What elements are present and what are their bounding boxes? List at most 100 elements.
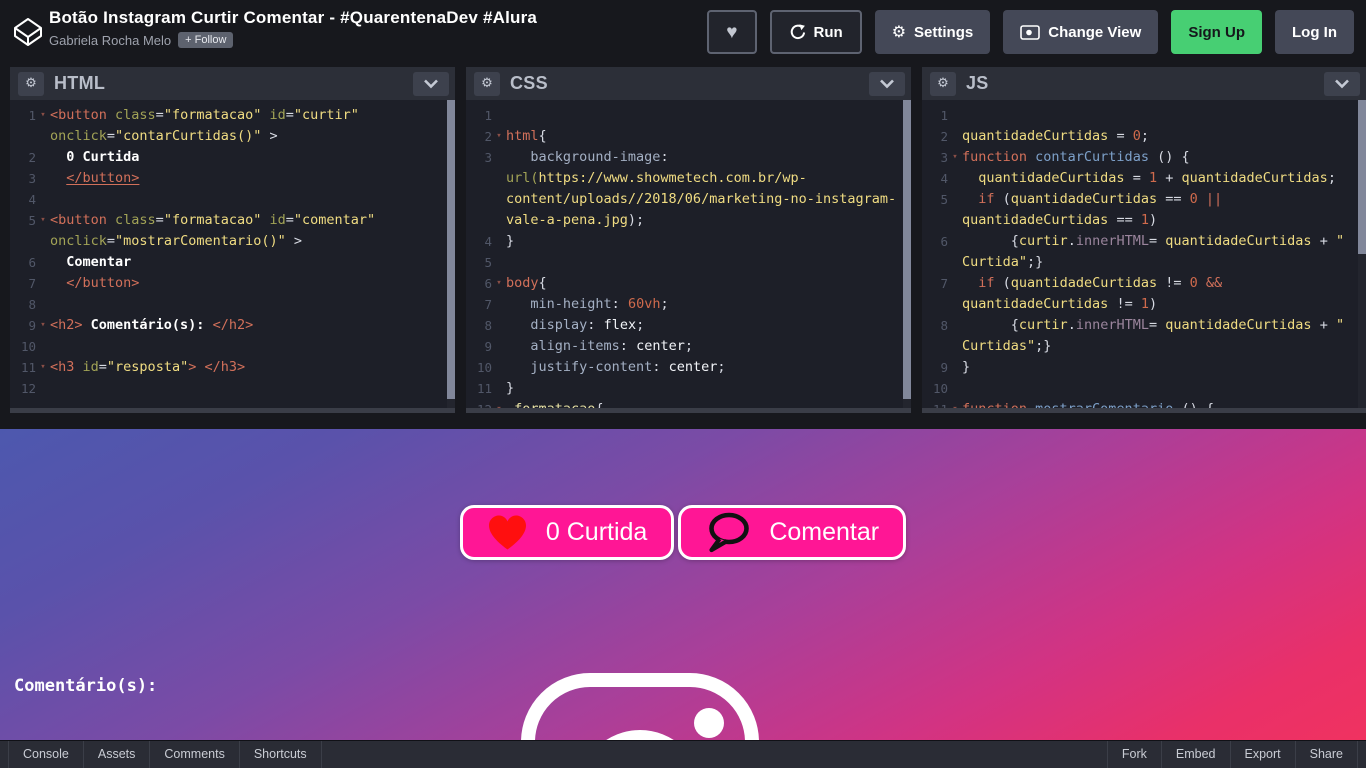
code-line: quantidadeCurtidas != 1)	[922, 294, 1366, 315]
change-view-button[interactable]: Change View	[1003, 10, 1158, 54]
footer-item-share[interactable]: Share	[1296, 741, 1358, 768]
footer-item-embed[interactable]: Embed	[1162, 741, 1231, 768]
footer-item-assets[interactable]: Assets	[84, 741, 151, 768]
curtir-button[interactable]: 0 Curtida	[460, 505, 674, 560]
code-line: 10	[10, 336, 455, 357]
code-line: quantidadeCurtidas == 1)	[922, 210, 1366, 231]
code-line: 2▾html{	[466, 126, 911, 147]
panel-title-css: CSS	[510, 73, 869, 94]
js-panel: ⚙ JS 12quantidadeCurtidas = 0;3▾function…	[922, 67, 1366, 413]
gear-icon[interactable]: ⚙	[474, 72, 500, 96]
code-line: 10	[922, 378, 1366, 399]
html-panel-header: ⚙ HTML	[10, 67, 455, 100]
codepen-window: Botão Instagram Curtir Comentar - #Quare…	[0, 0, 1366, 768]
code-line: 6 Comentar	[10, 252, 455, 273]
like-pen-button[interactable]: ♥	[707, 10, 756, 54]
code-line: 11▾<h3 id="resposta"> </h3>	[10, 357, 455, 378]
vertical-scrollbar[interactable]	[447, 100, 455, 408]
panel-title-html: HTML	[54, 73, 413, 94]
curtir-label: 0 Curtida	[546, 518, 647, 547]
heart-icon: ♥	[726, 23, 737, 42]
code-line: 2quantidadeCurtidas = 0;	[922, 126, 1366, 147]
comentar-button[interactable]: Comentar	[678, 505, 906, 560]
code-line: 1▾<button class="formatacao" id="curtir"	[10, 105, 455, 126]
chevron-down-icon[interactable]	[413, 72, 449, 96]
footer-item-shortcuts[interactable]: Shortcuts	[240, 741, 322, 768]
editor-footer: ConsoleAssetsCommentsShortcuts ForkEmbed…	[0, 740, 1366, 768]
code-editor-css[interactable]: 12▾html{3 background-image:url(https://w…	[466, 100, 911, 408]
code-line: 4 quantidadeCurtidas = 1 + quantidadeCur…	[922, 168, 1366, 189]
code-line: 7 if (quantidadeCurtidas != 0 &&	[922, 273, 1366, 294]
footer-item-comments[interactable]: Comments	[150, 741, 239, 768]
heart-icon	[487, 514, 528, 551]
run-button[interactable]: Run	[770, 10, 862, 54]
code-line: Curtidas";}	[922, 336, 1366, 357]
css-panel: ⚙ CSS 12▾html{3 background-image:url(htt…	[466, 67, 911, 413]
code-line: 1	[922, 105, 1366, 126]
vertical-scrollbar-thumb[interactable]	[903, 100, 911, 399]
code-line: 8 display: flex;	[466, 315, 911, 336]
pen-title-block: Botão Instagram Curtir Comentar - #Quare…	[49, 8, 537, 48]
horizontal-scrollbar[interactable]	[922, 408, 1366, 413]
comments-heading: Comentário(s):	[14, 676, 157, 696]
code-line: 6▾body{	[466, 273, 911, 294]
change-view-icon	[1020, 25, 1040, 40]
code-line: onclick="contarCurtidas()" >	[10, 126, 455, 147]
code-line: 7 </button>	[10, 273, 455, 294]
codepen-logo-icon[interactable]	[11, 15, 45, 49]
code-line: 11}	[466, 378, 911, 399]
code-line: url(https://www.showmetech.com.br/wp-	[466, 168, 911, 189]
login-button[interactable]: Log In	[1275, 10, 1354, 54]
code-editor-js[interactable]: 12quantidadeCurtidas = 0;3▾function cont…	[922, 100, 1366, 408]
signup-button[interactable]: Sign Up	[1171, 10, 1262, 54]
footer-item-export[interactable]: Export	[1231, 741, 1296, 768]
code-line: 4	[10, 189, 455, 210]
pen-title: Botão Instagram Curtir Comentar - #Quare…	[49, 8, 537, 28]
code-line: 5 if (quantidadeCurtidas == 0 ||	[922, 189, 1366, 210]
code-line: 3 </button>	[10, 168, 455, 189]
code-line: 3 background-image:	[466, 147, 911, 168]
vertical-scrollbar[interactable]	[1358, 100, 1366, 408]
speech-bubble-icon	[705, 512, 751, 553]
code-line: vale-a-pena.jpg);	[466, 210, 911, 231]
change-view-label: Change View	[1048, 24, 1141, 41]
vertical-scrollbar[interactable]	[903, 100, 911, 408]
horizontal-scrollbar[interactable]	[466, 408, 911, 413]
horizontal-scrollbar[interactable]	[10, 408, 455, 413]
settings-label: Settings	[914, 24, 973, 41]
panel-title-js: JS	[966, 73, 1324, 94]
code-line: 4}	[466, 231, 911, 252]
header-actions: ♥ Run ⚙ Settings Change View Sign	[707, 10, 1354, 54]
code-line: 9 align-items: center;	[466, 336, 911, 357]
footer-left-group: ConsoleAssetsCommentsShortcuts	[8, 741, 322, 768]
pen-author: Gabriela Rocha Melo	[49, 33, 171, 48]
code-line: 5▾<button class="formatacao" id="comenta…	[10, 210, 455, 231]
code-line: 6 {curtir.innerHTML= quantidadeCurtidas …	[922, 231, 1366, 252]
settings-button[interactable]: ⚙ Settings	[875, 10, 991, 54]
code-line: 5	[466, 252, 911, 273]
chevron-down-icon[interactable]	[869, 72, 905, 96]
gear-icon[interactable]: ⚙	[930, 72, 956, 96]
gear-icon: ⚙	[892, 24, 906, 40]
code-line: 1	[466, 105, 911, 126]
run-label: Run	[814, 24, 843, 41]
instagram-logo-icon	[520, 672, 760, 740]
code-line: Curtida";}	[922, 252, 1366, 273]
code-line: 7 min-height: 60vh;	[466, 294, 911, 315]
gear-icon[interactable]: ⚙	[18, 72, 44, 96]
chevron-down-icon[interactable]	[1324, 72, 1360, 96]
code-editor-html[interactable]: 1▾<button class="formatacao" id="curtir"…	[10, 100, 455, 408]
code-line: onclick="mostrarComentario()" >	[10, 231, 455, 252]
footer-item-fork[interactable]: Fork	[1108, 741, 1162, 768]
html-panel: ⚙ HTML 1▾<button class="formatacao" id="…	[10, 67, 455, 413]
code-line: 2 0 Curtida	[10, 147, 455, 168]
code-line: 9}	[922, 357, 1366, 378]
code-line: 12▾.formatacao{	[466, 399, 911, 408]
vertical-scrollbar-thumb[interactable]	[447, 100, 455, 399]
comentar-label: Comentar	[769, 518, 879, 547]
code-line: 12	[10, 378, 455, 399]
follow-button[interactable]: + Follow	[178, 32, 233, 48]
footer-item-console[interactable]: Console	[9, 741, 84, 768]
run-icon	[789, 24, 806, 41]
vertical-scrollbar-thumb[interactable]	[1358, 100, 1366, 254]
